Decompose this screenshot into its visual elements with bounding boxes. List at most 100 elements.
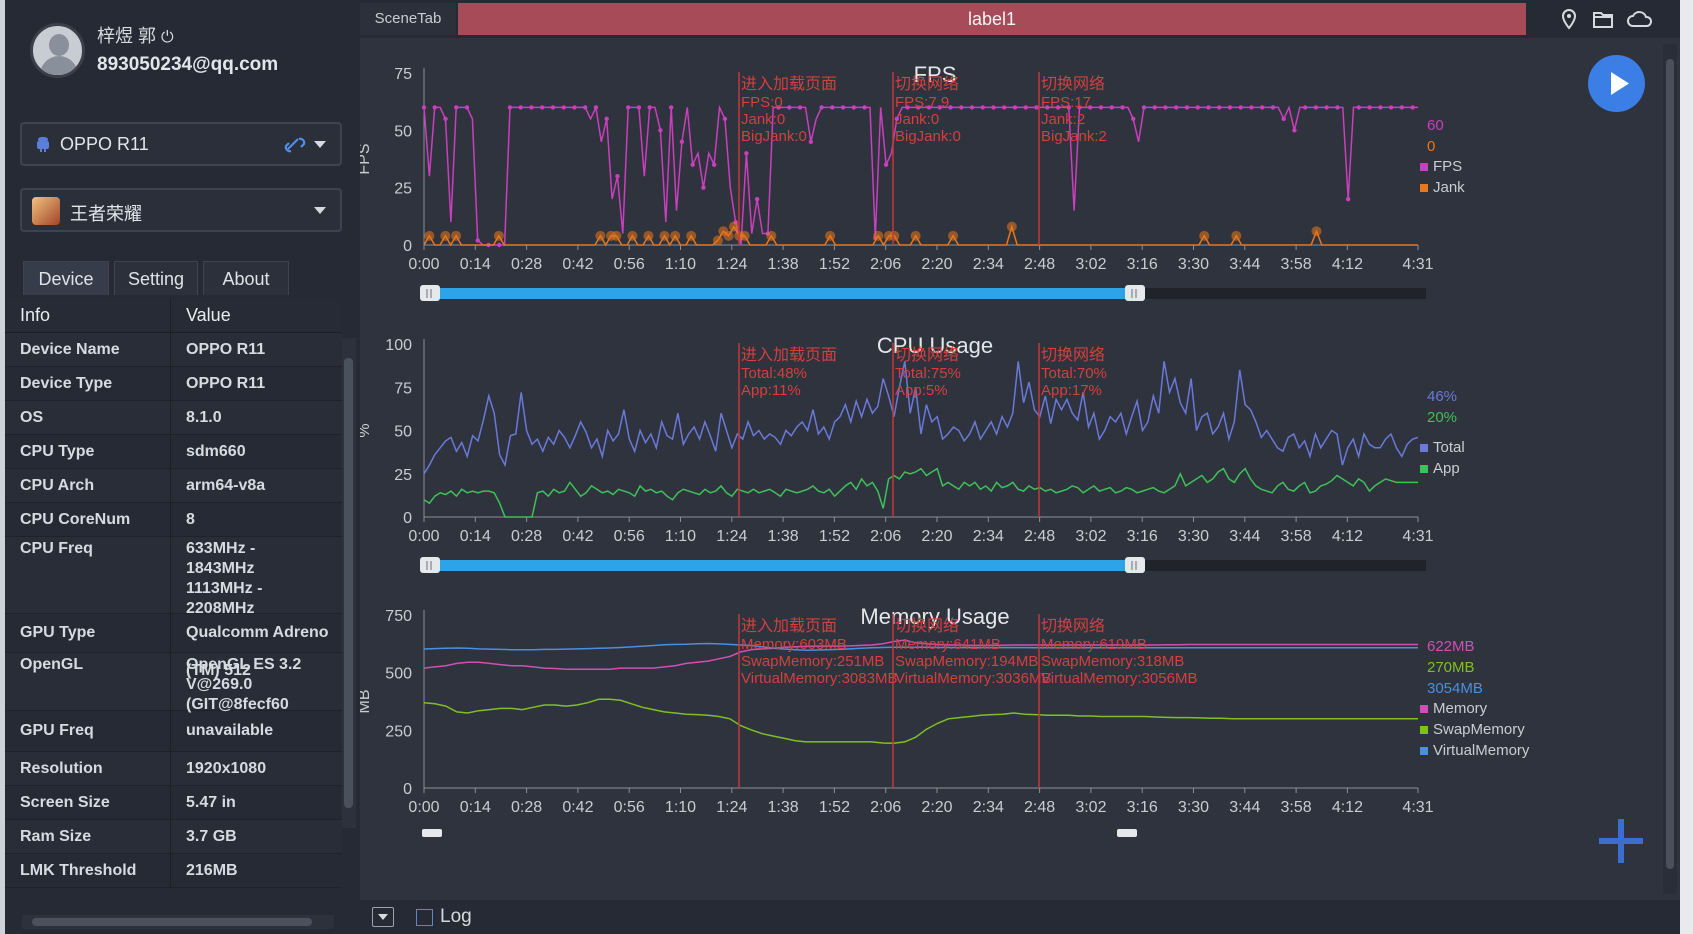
range-slider-handle[interactable] <box>420 285 440 301</box>
scrollbar-thumb[interactable] <box>344 358 353 808</box>
x-tick-label: 3:58 <box>1281 528 1312 545</box>
data-point <box>615 174 620 179</box>
info-value: 1920x1080 <box>186 760 267 777</box>
event-marker-text: SwapMemory:194MB <box>895 653 1038 670</box>
table-row[interactable]: Screen Size 5.47 in <box>5 786 342 820</box>
chart-vertical-scrollbar[interactable] <box>1663 44 1677 894</box>
jank-point <box>451 230 462 241</box>
link-icon[interactable] <box>284 135 306 155</box>
tab-setting[interactable]: Setting <box>114 261 198 295</box>
data-point <box>582 105 588 110</box>
x-tick-label: 2:20 <box>921 256 952 273</box>
table-row[interactable]: Device Type OPPO R11 <box>5 367 342 401</box>
jank-point <box>739 230 750 241</box>
x-tick-label: 0:00 <box>408 799 439 816</box>
avatar[interactable] <box>30 23 85 78</box>
axis-label: % <box>360 423 373 437</box>
power-icon[interactable]: ⏻ <box>161 29 174 46</box>
game-select[interactable]: 王者荣耀 <box>20 188 342 232</box>
info-value: unavailable <box>186 722 274 739</box>
range-slider-handle[interactable] <box>1125 557 1145 573</box>
scene-tab[interactable]: SceneTab <box>360 3 456 35</box>
collapse-toggle-button[interactable] <box>372 907 394 927</box>
range-slider-handle[interactable] <box>420 557 440 573</box>
info-value: 633MHz - 1843MHz 1113MHz - 2208MHz <box>186 540 263 617</box>
table-row[interactable]: Ram Size 3.7 GB <box>5 820 342 854</box>
user-email: 893050234@qq.com <box>97 54 279 75</box>
x-tick-label: 0:42 <box>562 528 593 545</box>
event-marker-text: 切换网络 <box>895 616 959 635</box>
x-tick-label: 2:06 <box>870 528 901 545</box>
jank-point <box>424 230 435 241</box>
event-marker-text: App:5% <box>895 382 948 399</box>
legend-swatch <box>1420 747 1428 755</box>
event-marker-text: SwapMemory:318MB <box>1041 653 1184 670</box>
chart-1: CPU Usage%10075502500:000:140:280:420:56… <box>356 333 1465 573</box>
x-tick-label: 3:30 <box>1178 799 1209 816</box>
scrollbar-thumb[interactable] <box>32 918 312 926</box>
data-point <box>1227 105 1233 110</box>
jank-point <box>910 230 921 241</box>
x-tick-label: 3:16 <box>1127 799 1158 816</box>
range-slider-fill <box>432 288 1127 299</box>
table-row[interactable]: CPU Type sdm660 <box>5 435 342 469</box>
location-pin-icon[interactable] <box>1558 8 1580 30</box>
data-point <box>540 105 545 110</box>
table-row[interactable]: OS 8.1.0 <box>5 401 342 435</box>
cloud-icon[interactable] <box>1626 8 1654 30</box>
table-vertical-scrollbar[interactable] <box>342 338 356 828</box>
tab-device[interactable]: Device <box>23 261 109 295</box>
data-point <box>1141 105 1147 110</box>
chevron-down-icon[interactable] <box>314 141 326 148</box>
info-key: CPU CoreNum <box>5 503 171 536</box>
current-value: 622MB <box>1427 638 1475 655</box>
table-row[interactable]: CPU Freq 633MHz - 1843MHz 1113MHz - 2208M… <box>5 537 342 617</box>
event-marker-text: VirtualMemory:3056MB <box>1041 670 1197 687</box>
scene-label-bar[interactable]: label1 <box>458 3 1526 35</box>
charts-svg: FPSFPS75502500:00 0:14 0:28 0:42 0:56 1:10 1:2… <box>356 62 1530 837</box>
table-horizontal-scrollbar[interactable] <box>22 915 334 929</box>
data-point <box>711 162 717 167</box>
x-tick-label: 0:28 <box>511 799 542 816</box>
jank-point <box>670 230 681 241</box>
x-tick-label: 1:10 <box>665 256 696 273</box>
folder-icon[interactable] <box>1592 8 1614 30</box>
log-checkbox[interactable] <box>416 909 433 926</box>
tab-about[interactable]: About <box>203 261 289 295</box>
x-tick-label: 4:31 <box>1402 528 1433 545</box>
table-row[interactable]: Resolution 1920x1080 <box>5 752 342 786</box>
user-name: 梓煜 郭 ⏻ <box>97 22 174 48</box>
x-tick-label: 2:34 <box>973 799 1004 816</box>
y-tick-label: 50 <box>394 424 412 441</box>
table-row[interactable]: Device Name OPPO R11 <box>5 333 342 367</box>
data-point <box>1131 116 1136 122</box>
top-bar: SceneTab label1 <box>360 0 1693 38</box>
y-tick-label: 25 <box>394 467 412 484</box>
data-point <box>679 139 685 144</box>
y-tick-label: 0 <box>403 510 412 527</box>
table-row[interactable]: CPU Arch arm64-v8a <box>5 469 342 503</box>
table-row[interactable]: OpenGL OpenGL ES 3.2 V@269.0 (GIT@8fecf60 <box>5 653 342 713</box>
x-tick-label: 2:06 <box>870 256 901 273</box>
range-slider-handle <box>1117 829 1137 837</box>
play-button[interactable] <box>1588 55 1645 112</box>
info-value: arm64-v8a <box>186 477 266 494</box>
table-row[interactable]: CPU CoreNum 8 <box>5 503 342 537</box>
range-slider-handle[interactable] <box>1125 285 1145 301</box>
device-select[interactable]: OPPO R11 <box>20 122 342 166</box>
data-point <box>1313 105 1319 110</box>
event-marker-text: Memory:603MB <box>741 636 847 653</box>
data-point <box>690 162 695 167</box>
x-tick-label: 1:24 <box>716 256 747 273</box>
add-marker-button[interactable] <box>1595 815 1647 867</box>
info-value: 3.7 GB <box>186 828 237 845</box>
chevron-down-icon <box>378 914 388 920</box>
table-row[interactable]: LMK Threshold 216MB <box>5 854 342 888</box>
event-marker-text: FPS:7.9 <box>895 94 949 111</box>
table-row[interactable]: GPU Freq unavailable <box>5 711 342 752</box>
data-point <box>830 105 835 110</box>
table-row[interactable]: GPU Type Qualcomm Adreno (TM) 512 <box>5 614 342 679</box>
scrollbar-thumb[interactable] <box>1666 59 1674 869</box>
x-tick-label: 0:14 <box>460 799 491 816</box>
chevron-down-icon[interactable] <box>314 207 326 214</box>
